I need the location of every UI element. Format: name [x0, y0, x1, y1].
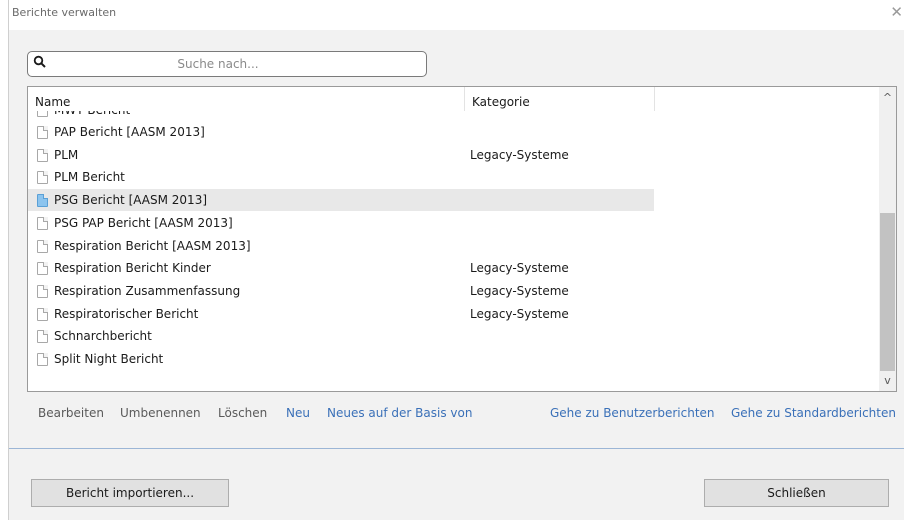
action-bar: Bearbeiten Umbenennen Löschen Neu Neues … — [9, 406, 904, 422]
search-box[interactable] — [27, 51, 427, 77]
document-icon — [37, 330, 48, 344]
table-row[interactable]: Respiration Zusammenfassung Legacy-System… — [28, 280, 654, 302]
scroll-down-icon[interactable]: v — [879, 372, 896, 389]
table-row[interactable]: PSG Bericht [AASM 2013] — [28, 189, 654, 212]
row-name: MWT Bericht — [54, 111, 130, 121]
table-row[interactable]: Respiration Bericht [AASM 2013] — [28, 235, 654, 257]
table-row[interactable]: PLM Bericht — [28, 166, 654, 188]
row-name: PLM — [54, 147, 79, 162]
table-body: MWT Bericht PAP Bericht [AASM 2013] PLM Le… — [28, 111, 879, 391]
window-title: Berichte verwalten — [12, 6, 117, 19]
column-header-category[interactable]: Kategorie — [465, 87, 655, 111]
vertical-scrollbar[interactable]: ^ v — [879, 87, 896, 391]
rename-action[interactable]: Umbenennen — [120, 406, 201, 420]
table-row[interactable]: PSG PAP Bericht [AASM 2013] — [28, 212, 654, 234]
reports-table: Name Kategorie MWT Bericht PAP Bericht [… — [27, 86, 897, 392]
goto-user-reports-link[interactable]: Gehe zu Benutzerberichten — [550, 406, 715, 420]
table-row[interactable]: PAP Bericht [AASM 2013] — [28, 121, 654, 143]
row-name: Split Night Bericht — [54, 352, 164, 366]
search-icon — [33, 55, 46, 68]
row-name: Respiration Bericht [AASM 2013] — [54, 238, 251, 253]
row-category: Legacy-Systeme — [470, 306, 569, 321]
edit-action[interactable]: Bearbeiten — [38, 406, 104, 420]
table-row[interactable]: Split Night Bericht — [28, 348, 654, 370]
table-row[interactable]: MWT Bericht — [28, 111, 654, 121]
scrollbar-thumb[interactable] — [880, 213, 895, 371]
document-icon — [37, 194, 48, 208]
row-name: Respiration Zusammenfassung — [54, 283, 241, 298]
document-icon — [37, 111, 48, 117]
row-name: PSG Bericht [AASM 2013] — [54, 193, 208, 208]
document-icon — [37, 307, 48, 321]
manage-reports-dialog: Berichte verwalten ✕ Name Kategorie MWT … — [8, 0, 904, 520]
document-icon — [37, 171, 48, 185]
document-icon — [37, 239, 48, 253]
document-icon — [37, 148, 48, 162]
new-based-on-action[interactable]: Neues auf der Basis von — [327, 406, 472, 420]
table-row[interactable]: Schnarchbericht — [28, 325, 654, 347]
new-action[interactable]: Neu — [286, 406, 310, 420]
close-button[interactable]: Schließen — [704, 479, 889, 507]
scroll-up-icon[interactable]: ^ — [879, 89, 896, 106]
divider — [9, 448, 904, 449]
search-input[interactable] — [52, 54, 422, 74]
table-header: Name Kategorie — [28, 87, 879, 111]
row-name: PLM Bericht — [54, 170, 125, 185]
table-row[interactable]: Respiratorischer Bericht Legacy-Systeme — [28, 303, 654, 325]
table-row[interactable]: Respiration Bericht Kinder Legacy-Systeme — [28, 257, 654, 279]
row-name: Schnarchbericht — [54, 329, 152, 344]
document-icon — [37, 353, 48, 366]
document-icon — [37, 126, 48, 139]
column-header-name[interactable]: Name — [28, 87, 465, 111]
row-category: Legacy-Systeme — [470, 147, 569, 162]
title-bar: Berichte verwalten ✕ — [9, 0, 904, 30]
document-icon — [37, 284, 48, 298]
document-icon — [37, 262, 48, 276]
row-name: Respiration Bericht Kinder — [54, 261, 211, 276]
row-name: PAP Bericht [AASM 2013] — [54, 125, 205, 139]
import-report-button[interactable]: Bericht importieren... — [31, 479, 229, 507]
goto-standard-reports-link[interactable]: Gehe zu Standardberichten — [731, 406, 896, 420]
row-name: PSG PAP Bericht [AASM 2013] — [54, 215, 233, 230]
row-category: Legacy-Systeme — [470, 283, 569, 298]
close-icon[interactable]: ✕ — [890, 3, 903, 21]
table-row[interactable]: PLM Legacy-Systeme — [28, 144, 654, 166]
row-name: Respiratorischer Bericht — [54, 306, 199, 321]
document-icon — [37, 216, 48, 230]
delete-action[interactable]: Löschen — [218, 406, 267, 420]
row-category: Legacy-Systeme — [470, 261, 569, 276]
